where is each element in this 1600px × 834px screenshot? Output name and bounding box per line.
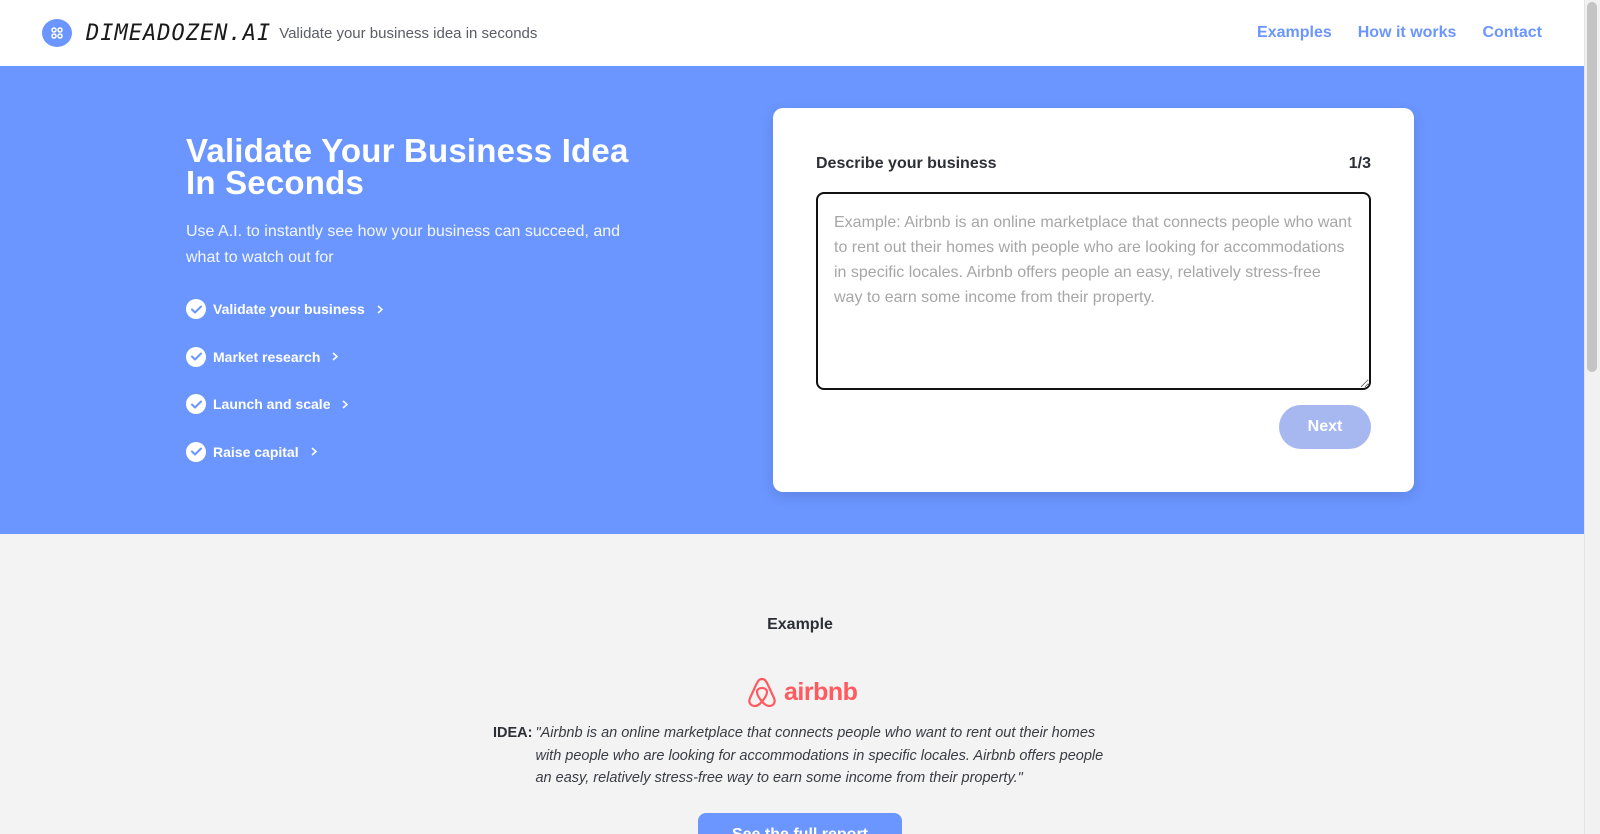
step-counter: 1/3: [1348, 155, 1371, 172]
feature-item-validate[interactable]: Validate your business: [186, 299, 646, 319]
brand-name[interactable]: DIMEADOZEN.AI: [86, 21, 271, 46]
chevron-right-icon: [332, 349, 339, 364]
feature-label: Market research: [213, 348, 321, 365]
check-icon: [186, 346, 206, 367]
idea-text: "Airbnb is an online marketplace that co…: [535, 725, 1104, 786]
feature-item-market-research[interactable]: Market research: [186, 346, 646, 367]
nav-link-examples[interactable]: Examples: [1257, 24, 1332, 42]
airbnb-logo: airbnb: [746, 675, 858, 709]
example-title: Example: [767, 616, 833, 633]
top-header: DIMEADOZEN.AI Validate your business ide…: [0, 0, 1584, 66]
main-nav: Examples How it works Contact: [1257, 24, 1542, 42]
header-tagline: Validate your business idea in seconds: [279, 24, 538, 42]
see-full-report-button[interactable]: See the full report: [698, 813, 902, 834]
logo-icon[interactable]: [42, 19, 72, 47]
idea-label: IDEA:: [493, 725, 533, 741]
nav-link-contact[interactable]: Contact: [1482, 24, 1542, 42]
scrollbar-thumb[interactable]: [1587, 2, 1597, 372]
form-header: Describe your business 1/3: [816, 155, 1371, 173]
chevron-right-icon: [342, 397, 349, 412]
next-button[interactable]: Next: [1279, 405, 1371, 449]
airbnb-icon: [748, 677, 776, 708]
example-section: Example airbnb IDEA: "Airbnb is an onlin…: [0, 534, 1584, 834]
check-icon: [186, 394, 206, 414]
hero-subtitle: Use A.I. to instantly see how your busin…: [186, 223, 621, 266]
hero-intro: Validate Your Business Idea In Seconds U…: [186, 132, 646, 489]
chevron-right-icon: [311, 444, 317, 459]
scrollbar[interactable]: [1584, 0, 1600, 834]
check-icon: [186, 441, 206, 462]
business-description-input[interactable]: [816, 192, 1371, 390]
feature-label: Validate your business: [213, 301, 365, 317]
hero-section: Validate Your Business Idea In Seconds U…: [0, 66, 1584, 534]
business-form-card: Describe your business 1/3 Next: [773, 108, 1414, 492]
airbnb-wordmark: airbnb: [784, 677, 858, 706]
chevron-right-icon: [377, 302, 383, 317]
form-label: Describe your business: [816, 155, 997, 172]
nav-link-how-it-works[interactable]: How it works: [1358, 24, 1457, 42]
check-icon: [186, 299, 206, 319]
feature-item-launch-scale[interactable]: Launch and scale: [186, 394, 646, 414]
feature-label: Raise capital: [213, 443, 299, 460]
feature-label: Launch and scale: [213, 396, 331, 412]
feature-item-raise-capital[interactable]: Raise capital: [186, 441, 646, 462]
hero-title: Validate Your Business Idea In Seconds: [186, 132, 629, 201]
feature-list: Validate your business Market research L: [186, 299, 646, 462]
example-idea: IDEA: "Airbnb is an online marketplace t…: [493, 722, 1113, 790]
